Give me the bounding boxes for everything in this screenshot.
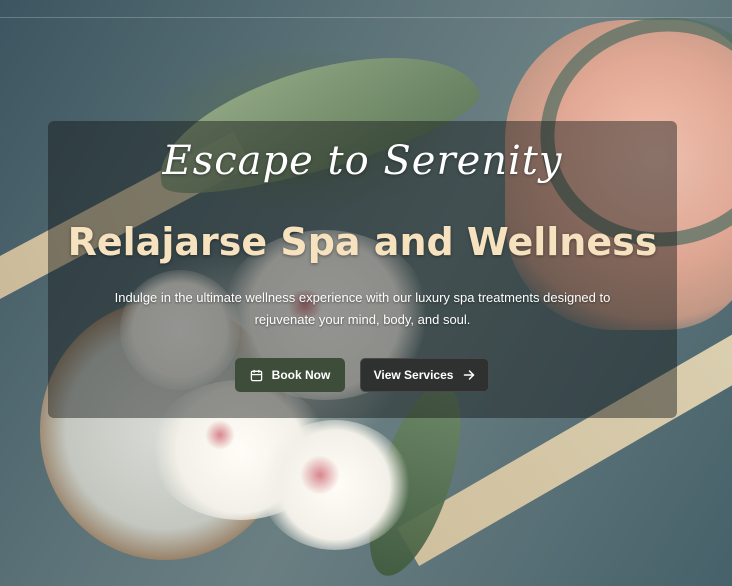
- hero-title: Relajarse Spa and Wellness: [67, 220, 658, 264]
- background-flower-detail: [300, 455, 340, 495]
- hero-tagline: Escape to Serenity: [162, 138, 563, 184]
- book-now-button[interactable]: Book Now: [235, 358, 345, 392]
- hero-description: Indulge in the ultimate wellness experie…: [114, 290, 611, 327]
- view-services-label: View Services: [373, 368, 454, 382]
- arrow-right-icon: [463, 369, 475, 381]
- header-divider: [0, 17, 732, 18]
- book-now-label: Book Now: [271, 368, 331, 382]
- hero-section: Escape to Serenity Relajarse Spa and Wel…: [0, 0, 732, 586]
- background-flower-detail: [205, 420, 235, 450]
- view-services-button[interactable]: View Services: [360, 358, 489, 392]
- calendar-icon: [250, 369, 263, 382]
